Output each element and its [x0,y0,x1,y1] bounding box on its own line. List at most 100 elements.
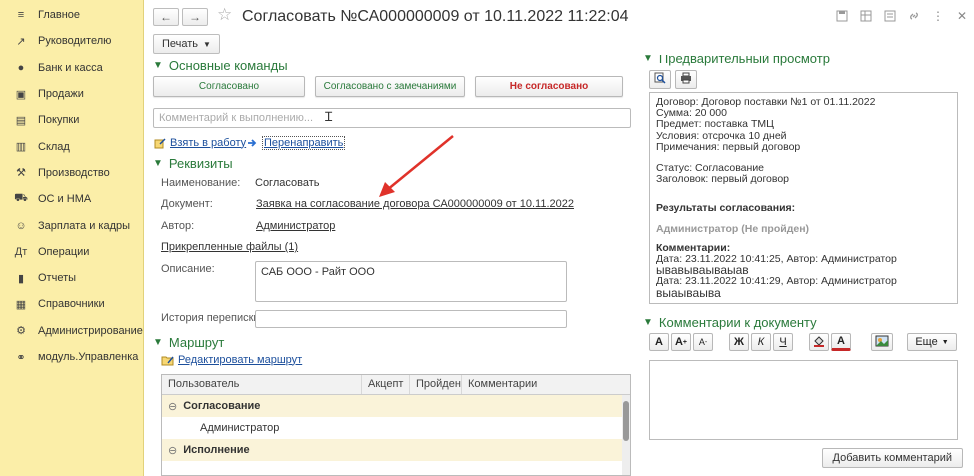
window-controls: ⋮ ✕ [834,8,970,24]
author-link[interactable]: Администратор [256,220,335,232]
redirect-arrow-icon [245,137,258,150]
preview-results-user: Администратор (Не пройден) [656,222,810,235]
sidebar-item[interactable]: ● Банк и касса [0,55,143,81]
sidebar-item[interactable]: ▤ Покупки [0,107,143,133]
bold-button[interactable]: Ж [729,333,749,351]
approve-button[interactable]: Согласовано [153,76,305,97]
right-panel: ▼ Предварительный просмотр Договор: Дого… [643,52,963,476]
highlight-color-button[interactable] [809,333,829,351]
commands-section-header[interactable]: ▼ Основные команды [153,58,288,73]
table-scrollbar[interactable] [622,395,630,475]
forward-icon: → [189,10,201,24]
italic-button[interactable]: К [751,333,771,351]
author-label: Автор: [161,220,195,232]
favorite-star-icon[interactable]: ☆ [217,5,232,25]
collapse-minus-icon[interactable]: ⊖ [168,444,177,457]
route-table-header: Пользователь Акцепт Пройден Комментарии [162,375,630,395]
sidebar-item[interactable]: ☺ Зарплата и кадры [0,212,143,238]
collapse-chevron-icon: ▼ [153,60,163,71]
preview-print-button[interactable] [675,70,697,89]
redirect-link[interactable]: Перенаправить [245,136,346,150]
sidebar-item-icon: ▥ [15,141,27,154]
route-table: Пользователь Акцепт Пройден Комментарии … [161,374,631,476]
take-to-work-label: Взять в работу [170,136,247,149]
column-header-user[interactable]: Пользователь [162,375,362,394]
route-section-header[interactable]: ▼ Маршрут [153,335,224,350]
name-label: Наименование: [161,177,241,189]
edit-route-link[interactable]: Редактировать маршрут [161,353,302,366]
table-row[interactable]: Администратор [162,417,630,439]
sidebar-item[interactable]: Дт Операции [0,239,143,265]
link-icon[interactable] [906,8,922,24]
sidebar-item[interactable]: ≡ Главное [0,2,143,28]
sidebar-item-icon: ▣ [15,88,27,101]
sidebar-item-icon: ⚙ [16,325,26,338]
print-button[interactable]: Печать ▼ [153,34,220,54]
print-button-label: Печать [162,38,199,50]
forward-button[interactable]: → [182,8,208,26]
sidebar-item-icon: Дт [14,245,28,258]
preview-subject: Заголовок: первый договор [656,173,790,186]
add-comment-button[interactable]: Добавить комментарий [821,448,963,468]
save-icon[interactable] [834,8,850,24]
sidebar-item[interactable]: ▥ Склад [0,133,143,159]
redirect-label: Перенаправить [262,136,346,150]
annotation-arrow-icon [379,135,454,197]
sidebar-item[interactable]: ▮ Отчеты [0,265,143,291]
sidebar-item[interactable]: ↗ Руководителю [0,28,143,54]
insert-image-button[interactable] [871,333,893,351]
column-header-comments[interactable]: Комментарии [462,375,630,394]
sidebar-item[interactable]: ⛟ ОС и НМА [0,186,143,212]
details-section-header[interactable]: ▼ Реквизиты [153,156,233,171]
sidebar-item-icon: ⚭ [16,351,26,364]
description-field[interactable]: САБ ООО - Райт ООО [255,261,567,302]
comment-input[interactable] [153,108,631,128]
grid-icon[interactable] [858,8,874,24]
history-label: История переписки: [161,312,263,324]
doc-comments-section-header[interactable]: ▼ Комментарии к документу [643,315,817,330]
sidebar-item-icon: ↗ [16,35,26,48]
sidebar-item-icon: ☺ [15,219,27,232]
comment-editor[interactable] [649,360,958,440]
add-comment-label: Добавить комментарий [832,452,952,464]
more-vertical-icon[interactable]: ⋮ [930,8,946,24]
preview-zoom-button[interactable] [649,70,671,89]
reject-button[interactable]: Не согласовано [475,76,623,97]
sidebar-item[interactable]: ▦ Справочники [0,291,143,317]
more-button-label: Еще [915,336,938,348]
table-row[interactable]: ⊖ Согласование [162,395,630,417]
history-field[interactable] [255,310,567,328]
font-decrease-button[interactable]: A- [693,333,713,351]
sidebar-item-label: Справочники [38,298,105,311]
sidebar-item-label: Руководителю [38,35,112,48]
edit-icon [153,136,166,149]
collapse-minus-icon[interactable]: ⊖ [168,400,177,413]
sidebar-item[interactable]: ⚒ Производство [0,160,143,186]
font-increase-button[interactable]: A + [671,333,691,351]
sidebar-item[interactable]: ⚭ модуль.Управленка [0,344,143,370]
close-icon[interactable]: ✕ [954,8,970,24]
font-size-button[interactable]: A [649,333,669,351]
table-row[interactable]: ⊖ Исполнение [162,439,630,461]
sidebar-item-icon: ▤ [15,114,27,127]
sidebar-item-icon: ⚒ [16,167,26,180]
sidebar-item[interactable]: ⚙ Администрирование [0,318,143,344]
more-button[interactable]: Еще ▼ [907,333,957,351]
underline-button[interactable]: Ч [773,333,793,351]
sidebar-item-label: Покупки [38,114,80,127]
take-to-work-link[interactable]: Взять в работу [153,136,246,149]
page-title: Согласовать №СА000000009 от 10.11.2022 1… [242,8,629,25]
list-icon[interactable] [882,8,898,24]
column-header-passed[interactable]: Пройден [410,375,462,394]
preview-line: Предмет: поставка ТМЦ [656,118,774,131]
approve-with-remarks-button[interactable]: Согласовано с замечаниями [315,76,465,97]
back-button[interactable]: ← [153,8,179,26]
scrollbar-thumb[interactable] [623,401,629,441]
font-color-button[interactable]: A [831,333,851,351]
preview-section-header[interactable]: ▼ Предварительный просмотр [643,55,830,66]
column-header-accept[interactable]: Акцепт [362,375,410,394]
sidebar-item[interactable]: ▣ Продажи [0,81,143,107]
attached-files-link[interactable]: Прикрепленные файлы (1) [161,241,298,253]
description-value: САБ ООО - Райт ООО [261,266,375,278]
back-icon: ← [160,10,172,24]
